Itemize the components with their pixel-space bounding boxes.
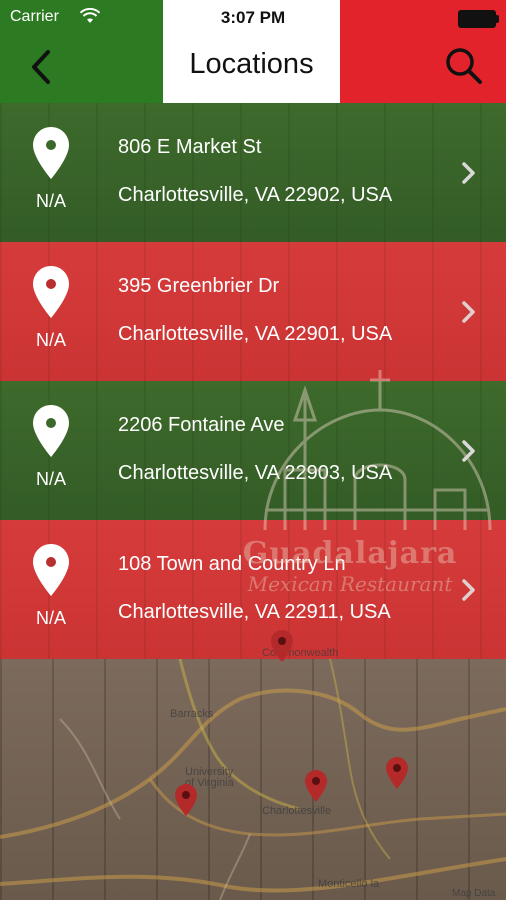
status-time: 3:07 PM	[220, 8, 286, 27]
distance-label: N/A	[35, 608, 66, 628]
location-row[interactable]: N/A 108 Town and Country Ln Charlottesvi…	[0, 520, 506, 659]
locations-map[interactable]: Barracks University of Virginia Charlott…	[0, 630, 506, 900]
map-pin-icon	[33, 544, 69, 596]
search-button[interactable]	[444, 46, 484, 86]
locations-list: N/A 806 E Market St Charlottesville, VA …	[0, 103, 506, 659]
city-address: Charlottesville, VA 22902, USA	[118, 184, 393, 206]
chevron-right-icon	[462, 162, 475, 184]
page-title: Locations	[189, 48, 314, 80]
location-row[interactable]: N/A 395 Greenbrier Dr Charlottesville, V…	[0, 242, 506, 381]
city-address: Charlottesville, VA 22903, USA	[118, 462, 393, 484]
chevron-right-icon	[462, 301, 475, 323]
street-address: 806 E Market St	[118, 136, 262, 158]
nav-bar: Carrier 3:07 PM Locations	[0, 0, 506, 103]
map-label-barracks: Barracks	[170, 708, 214, 720]
chevron-left-icon	[32, 50, 50, 84]
chevron-right-icon	[462, 440, 475, 462]
street-address: 395 Greenbrier Dr	[118, 275, 280, 297]
map-marker-icon[interactable]	[385, 756, 409, 790]
street-address: 108 Town and Country Ln	[118, 553, 346, 575]
map-marker-icon[interactable]	[304, 769, 328, 803]
city-address: Charlottesville, VA 22911, USA	[118, 601, 391, 623]
map-marker-icon[interactable]	[270, 629, 294, 663]
distance-label: N/A	[35, 469, 66, 489]
map-pin-icon	[33, 127, 69, 179]
battery-icon	[458, 10, 499, 28]
street-address: 2206 Fontaine Ave	[118, 414, 285, 436]
map-label-charlottesville: Charlottesville	[262, 805, 332, 817]
distance-label: N/A	[35, 191, 66, 211]
map-roads	[0, 659, 506, 900]
distance-label: N/A	[35, 330, 66, 350]
map-pin-icon	[33, 405, 69, 457]
map-marker-icon[interactable]	[174, 783, 198, 817]
search-icon	[446, 48, 482, 84]
location-row[interactable]: N/A 2206 Fontaine Ave Charlottesville, V…	[0, 381, 506, 520]
chevron-right-icon	[462, 579, 475, 601]
map-pin-icon	[33, 266, 69, 318]
back-button[interactable]	[26, 48, 60, 86]
map-data-attribution: Map Data	[452, 888, 496, 899]
location-row[interactable]: N/A 806 E Market St Charlottesville, VA …	[0, 103, 506, 242]
city-address: Charlottesville, VA 22901, USA	[118, 323, 393, 345]
status-bar: Carrier 3:07 PM	[0, 0, 506, 34]
map-label-monticello: Monticello la	[318, 878, 380, 890]
